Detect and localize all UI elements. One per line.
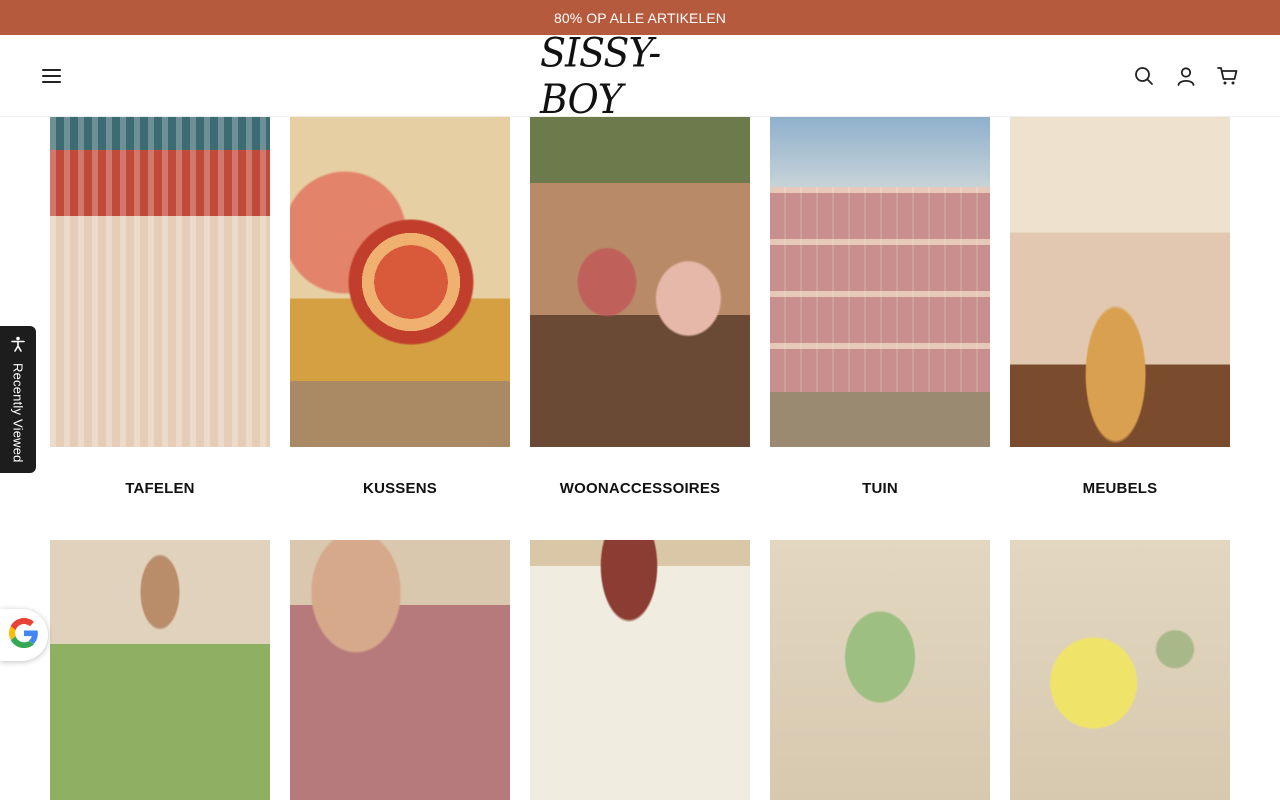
header-actions xyxy=(1132,63,1240,89)
site-header: SISSY-BOY xyxy=(0,30,1280,122)
fashion-image[interactable] xyxy=(50,540,270,800)
category-image[interactable] xyxy=(290,117,510,447)
category-image[interactable] xyxy=(1010,117,1230,447)
fashion-image[interactable] xyxy=(1010,540,1230,800)
fashion-card-kid-green[interactable] xyxy=(770,540,990,800)
fashion-card-scarf[interactable] xyxy=(290,540,510,800)
category-label[interactable]: WOONACCESSOIRES xyxy=(530,447,750,529)
fashion-card-dress[interactable] xyxy=(50,540,270,800)
category-card-woonaccessoires[interactable]: WOONACCESSOIRES xyxy=(530,117,750,529)
fashion-card-tee[interactable] xyxy=(530,540,750,800)
category-label[interactable]: MEUBELS xyxy=(1010,447,1230,529)
accessibility-icon xyxy=(10,336,26,357)
fashion-card-kid-yellow[interactable] xyxy=(1010,540,1230,800)
google-icon xyxy=(9,617,39,653)
category-label[interactable]: TAFELEN xyxy=(50,447,270,529)
category-label[interactable]: KUSSENS xyxy=(290,447,510,529)
category-card-tafelen[interactable]: TAFELEN xyxy=(50,117,270,529)
category-image[interactable] xyxy=(530,117,750,447)
category-image[interactable] xyxy=(770,117,990,447)
google-reviews-badge[interactable] xyxy=(0,609,48,661)
cart-icon[interactable] xyxy=(1216,63,1240,89)
search-icon[interactable] xyxy=(1132,63,1156,89)
menu-icon[interactable] xyxy=(40,65,64,87)
fashion-image[interactable] xyxy=(290,540,510,800)
category-grid: TAFELEN KUSSENS WOONACCESSOIRES TUIN MEU… xyxy=(50,117,1230,529)
category-image[interactable] xyxy=(50,117,270,447)
recently-viewed-tab[interactable]: Recently Viewed xyxy=(0,326,36,473)
site-logo[interactable]: SISSY-BOY xyxy=(540,30,740,122)
fashion-grid xyxy=(50,540,1230,800)
fashion-image[interactable] xyxy=(530,540,750,800)
category-label[interactable]: TUIN xyxy=(770,447,990,529)
category-card-tuin[interactable]: TUIN xyxy=(770,117,990,529)
promo-text: 80% OP ALLE ARTIKELEN xyxy=(553,9,726,26)
account-icon[interactable] xyxy=(1174,63,1198,89)
recently-viewed-label: Recently Viewed xyxy=(10,363,26,463)
category-card-meubels[interactable]: MEUBELS xyxy=(1010,117,1230,529)
fashion-image[interactable] xyxy=(770,540,990,800)
category-card-kussens[interactable]: KUSSENS xyxy=(290,117,510,529)
